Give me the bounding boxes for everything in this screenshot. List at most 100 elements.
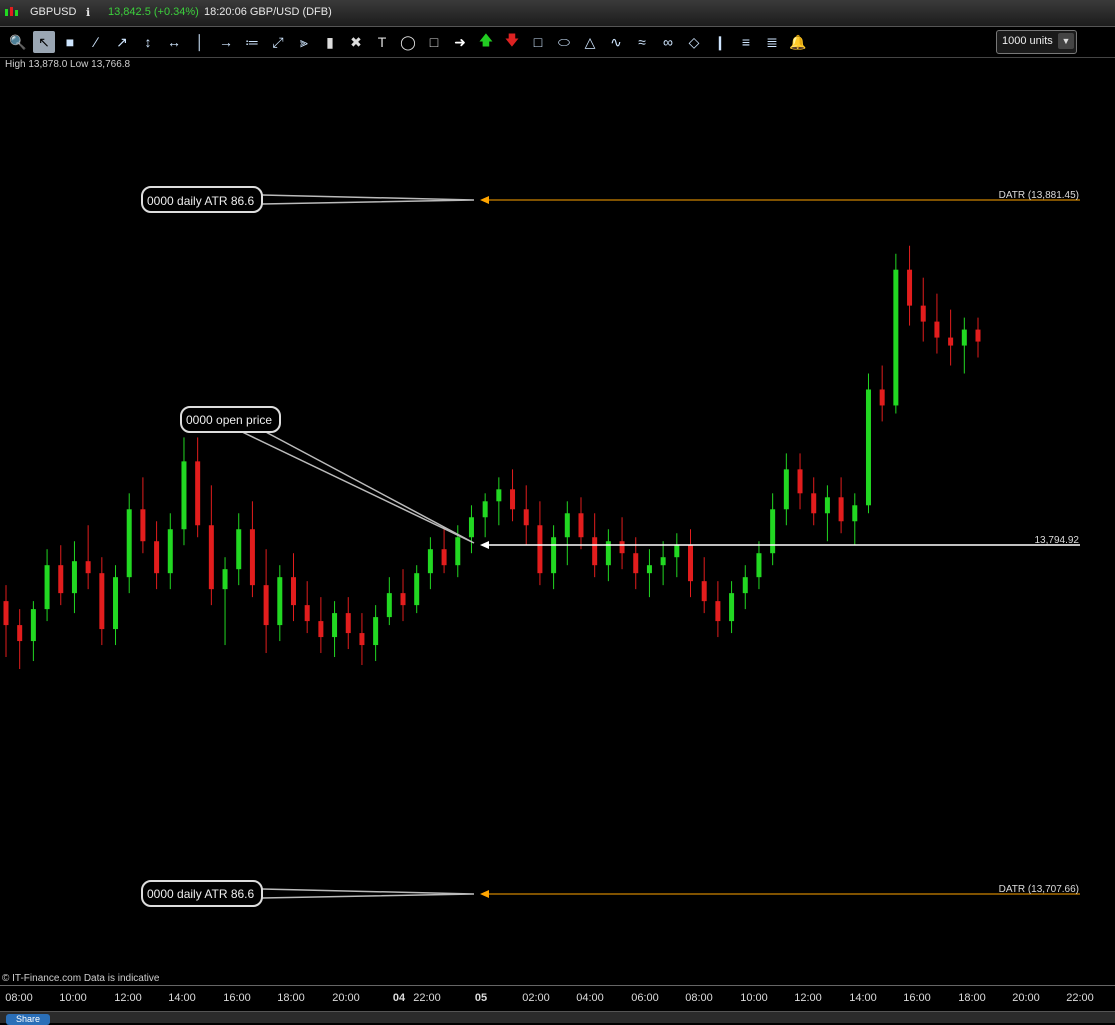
ruler-icon[interactable]: ■ — [59, 31, 81, 53]
chart-type-icon[interactable] — [4, 5, 18, 19]
lower-callout[interactable]: 0000 daily ATR 86.6 — [141, 880, 475, 907]
arrow-right-icon[interactable]: ➜ — [449, 31, 471, 53]
candle-body — [496, 489, 502, 502]
callout-icon[interactable]: ◯ — [397, 31, 419, 53]
candle-body — [3, 601, 9, 626]
chevron-down-icon[interactable]: ▼ — [1058, 33, 1074, 49]
candle-body — [58, 565, 64, 594]
fib-extension-icon[interactable]: ≣ — [761, 31, 783, 53]
x-tick: 16:00 — [223, 992, 251, 1004]
drawing-toolbar: 🔍 ↖ ■ ∕ ↗ ↕ ↔ │ → ≔ ⤢ ⫸ ▮ ✖ T ◯ □ ➜ 🡅 🡇 … — [0, 27, 1115, 58]
magnifier-icon[interactable]: 🔍 — [7, 31, 29, 53]
channel-icon[interactable]: ↔ — [163, 31, 185, 53]
parallel-channel-icon[interactable]: ≔ — [241, 31, 263, 53]
atr-low-marker-icon — [480, 890, 489, 898]
atr-high-label: DATR (13,881.45) — [999, 190, 1079, 201]
x-tick: 02:00 — [522, 992, 550, 1004]
candle-body — [332, 613, 338, 638]
bottom-bar: Share — [0, 1011, 1115, 1025]
candle-body — [742, 577, 748, 594]
units-value: 1000 units — [1002, 35, 1053, 47]
candle-body — [71, 561, 77, 594]
candle-body — [537, 525, 543, 574]
candle-body — [811, 493, 817, 514]
upper-callout-text: 0000 daily ATR 86.6 — [147, 194, 255, 208]
candle-body — [85, 561, 91, 574]
rectangle-icon[interactable]: □ — [527, 31, 549, 53]
candle-body — [783, 469, 789, 510]
candle-body — [290, 577, 296, 606]
candle-body — [30, 609, 36, 642]
candle-body — [879, 389, 885, 406]
x-tick: 14:00 — [168, 992, 196, 1004]
candle-body — [564, 513, 570, 538]
delete-icon[interactable]: ▮ — [319, 31, 341, 53]
diamond-icon[interactable]: ◇ — [683, 31, 705, 53]
candle-body — [249, 529, 255, 586]
wave-icon[interactable]: ≈ — [631, 31, 653, 53]
share-button[interactable]: Share — [6, 1014, 51, 1025]
data-disclaimer: © IT-Finance.com Data is indicative — [2, 973, 160, 984]
label-icon[interactable]: □ — [423, 31, 445, 53]
trendline-icon[interactable]: ∕ — [85, 31, 107, 53]
candle-body — [907, 269, 913, 306]
open-price-marker-icon — [480, 541, 489, 549]
candle-body — [455, 537, 461, 566]
horizontal-ray-icon[interactable]: → — [215, 31, 237, 53]
candle-body — [838, 497, 844, 522]
candle-body — [400, 593, 406, 606]
triangle-icon[interactable]: △ — [579, 31, 601, 53]
horizontal-line-icon[interactable]: │ — [189, 31, 211, 53]
gann-icon[interactable]: ⤢ — [267, 31, 289, 53]
candle-body — [633, 553, 639, 574]
x-tick-day: 04 — [392, 992, 406, 1004]
x-tick: 14:00 — [849, 992, 877, 1004]
candle-body — [167, 529, 173, 574]
atr-low-label: DATR (13,707.66) — [999, 884, 1079, 895]
price-chart[interactable]: DATR (13,881.45) 13,794.92 DATR (13,707.… — [0, 58, 1115, 973]
vertical-line-icon[interactable]: ↕ — [137, 31, 159, 53]
candle-body — [523, 509, 529, 526]
candle-body — [975, 329, 981, 342]
candle-body — [797, 469, 803, 494]
arrow-down-icon[interactable]: 🡇 — [501, 31, 523, 53]
symbol-label[interactable]: GBPUSD — [30, 6, 76, 18]
candle-body — [756, 553, 762, 578]
x-tick-day: 05 — [474, 992, 488, 1004]
candle-body — [414, 573, 420, 606]
open-price-callout-text: 0000 open price — [186, 413, 272, 427]
candle-body — [893, 269, 899, 406]
ellipse-icon[interactable]: ⬭ — [553, 31, 575, 53]
candle-body — [551, 537, 557, 574]
candle-body — [359, 633, 365, 646]
open-price-callout[interactable]: 0000 open price — [180, 406, 475, 544]
candle-body — [373, 617, 379, 646]
time-axis[interactable]: 08:00 10:00 12:00 14:00 16:00 18:00 20:0… — [0, 985, 1115, 1012]
x-tick: 08:00 — [5, 992, 33, 1004]
title-bar: GBPUSD ℹ 13,842.5 (+0.34%) 18:20:06 GBP/… — [0, 0, 1115, 27]
arrow-up-icon[interactable]: 🡅 — [475, 31, 497, 53]
fib-timezones-icon[interactable]: ❙ — [709, 31, 731, 53]
fib-retracement-icon[interactable]: ≡ — [735, 31, 757, 53]
x-tick: 04:00 — [576, 992, 604, 1004]
pattern-icon[interactable]: ∿ — [605, 31, 627, 53]
pitchfork-icon[interactable]: ⫸ — [293, 31, 315, 53]
alert-bell-icon[interactable]: 🔔 — [787, 31, 809, 53]
tools-icon[interactable]: ✖ — [345, 31, 367, 53]
candle-body — [195, 461, 201, 526]
candle-body — [482, 501, 488, 518]
x-tick: 16:00 — [903, 992, 931, 1004]
lower-callout-text: 0000 daily ATR 86.6 — [147, 887, 255, 901]
units-select[interactable]: 1000 units ▼ — [996, 30, 1077, 54]
x-tick: 20:00 — [1012, 992, 1040, 1004]
x-tick: 06:00 — [631, 992, 659, 1004]
info-icon[interactable]: ℹ — [86, 6, 90, 19]
pointer-icon[interactable]: ↖ — [33, 31, 55, 53]
ray-icon[interactable]: ↗ — [111, 31, 133, 53]
cycles-icon[interactable]: ∞ — [657, 31, 679, 53]
text-icon[interactable]: T — [371, 31, 393, 53]
upper-callout[interactable]: 0000 daily ATR 86.6 — [141, 186, 475, 213]
candle-body — [961, 329, 967, 346]
candle-body — [140, 509, 146, 542]
candle-body — [154, 541, 160, 574]
